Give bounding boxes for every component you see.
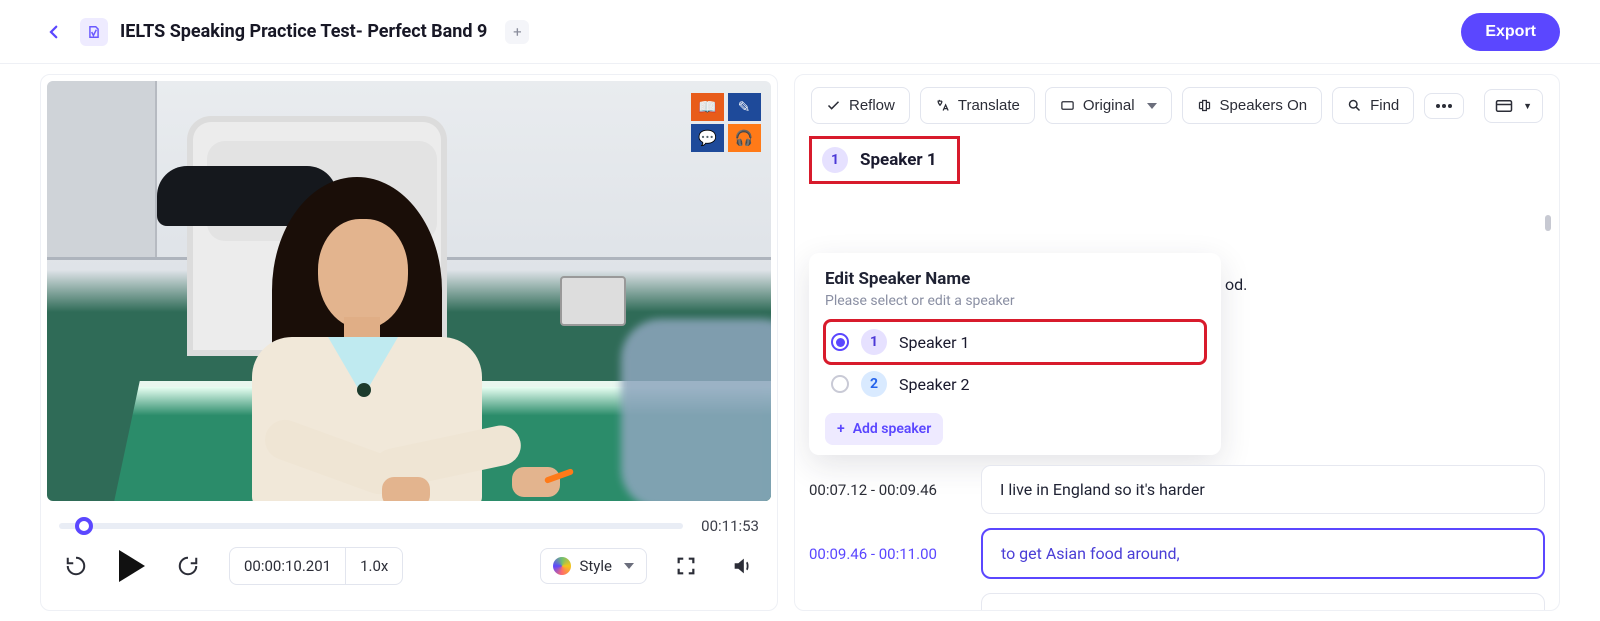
page-title: IELTS Speaking Practice Test- Perfect Ba… (120, 21, 487, 42)
main-split: 📖 ✎ 💬 🎧 00:11:53 00:00:10.201 1.0x (0, 64, 1600, 621)
speakers-button[interactable]: Speakers On (1182, 87, 1323, 124)
edit-speaker-popover: Edit Speaker Name Please select or edit … (809, 253, 1221, 455)
top-bar: IELTS Speaking Practice Test- Perfect Ba… (0, 0, 1600, 64)
headphones-icon[interactable]: 🎧 (728, 124, 761, 152)
play-button[interactable] (115, 549, 149, 583)
speaker-option-label: Speaker 1 (899, 333, 970, 352)
timestamp: 00:09.46 - 00:11.00 (809, 545, 963, 563)
layout-button[interactable]: ▼ (1484, 89, 1543, 123)
transcript-panel: Reflow Translate Original Speakers On Fi… (794, 74, 1560, 611)
seek-slider[interactable] (59, 523, 683, 529)
chat-icon[interactable]: 💬 (691, 124, 724, 152)
transcript-text[interactable]: to get Asian food around, (981, 528, 1545, 579)
style-icon (553, 557, 571, 575)
volume-button[interactable] (725, 549, 759, 583)
translate-button[interactable]: Translate (920, 87, 1035, 124)
player-controls: 00:00:10.201 1.0x Style (41, 541, 777, 599)
timestamp: 00:07.12 - 00:09.46 (809, 481, 963, 499)
current-time: 00:00:10.201 (230, 548, 345, 584)
transcript-rows: 00:07.12 - 00:09.46 I live in England so … (809, 465, 1545, 611)
popover-title: Edit Speaker Name (825, 269, 1205, 289)
document-icon (80, 18, 108, 46)
video-duration: 00:11:53 (701, 517, 759, 535)
scrollbar[interactable] (1545, 215, 1551, 231)
transcript-text[interactable]: but I like spicy, flavorful (981, 593, 1545, 611)
speaker-name: Speaker 1 (860, 150, 937, 170)
find-button[interactable]: Find (1332, 87, 1414, 124)
original-button[interactable]: Original (1045, 87, 1172, 124)
speaker-number-badge: 2 (861, 371, 887, 397)
video-frame[interactable]: 📖 ✎ 💬 🎧 (47, 81, 771, 501)
add-speaker-button[interactable]: + Add speaker (825, 413, 943, 445)
chevron-down-icon (1147, 103, 1157, 109)
time-display[interactable]: 00:00:10.201 1.0x (229, 547, 403, 585)
speaker-option-2[interactable]: 2 Speaker 2 (825, 363, 1205, 405)
video-panel: 📖 ✎ 💬 🎧 00:11:53 00:00:10.201 1.0x (40, 74, 778, 611)
transcript-row[interactable]: 00:11.34 - 00:14.14 but I like spicy, fla… (809, 593, 1545, 611)
playback-speed[interactable]: 1.0x (345, 548, 402, 584)
seek-row: 00:11:53 (41, 501, 777, 541)
transcript-row[interactable]: 00:09.46 - 00:11.00 to get Asian food aro… (809, 528, 1545, 579)
speaker-header[interactable]: 1 Speaker 1 (809, 136, 960, 184)
speaker-number-badge: 1 (861, 329, 887, 355)
radio-unselected-icon (831, 375, 849, 393)
pen-icon[interactable]: ✎ (728, 93, 761, 121)
speaker-number-badge: 1 (822, 147, 848, 173)
forward-button[interactable] (171, 549, 205, 583)
popover-hint: Please select or edit a speaker (825, 293, 1205, 309)
book-icon[interactable]: 📖 (691, 93, 724, 121)
rewind-button[interactable] (59, 549, 93, 583)
speaker-option-1[interactable]: 1 Speaker 1 (825, 321, 1205, 363)
reflow-button[interactable]: Reflow (811, 87, 910, 124)
back-button[interactable] (40, 18, 68, 46)
overlay-icon-grid: 📖 ✎ 💬 🎧 (691, 93, 761, 152)
style-button[interactable]: Style (540, 548, 647, 584)
timestamp: 00:11.34 - 00:14.14 (809, 609, 963, 612)
transcript-fragment: od. (1225, 275, 1247, 294)
chevron-down-icon (624, 563, 634, 569)
fullscreen-button[interactable] (669, 549, 703, 583)
new-tab-button[interactable]: + (505, 20, 529, 44)
plus-icon: + (837, 421, 845, 437)
speaker-option-label: Speaker 2 (899, 375, 970, 394)
transcript-row[interactable]: 00:07.12 - 00:09.46 I live in England so … (809, 465, 1545, 514)
export-button[interactable]: Export (1461, 13, 1560, 51)
seek-thumb[interactable] (75, 517, 93, 535)
transcript-text[interactable]: I live in England so it's harder (981, 465, 1545, 514)
transcript-toolbar: Reflow Translate Original Speakers On Fi… (795, 75, 1559, 136)
more-button[interactable] (1424, 93, 1464, 119)
radio-selected-icon (831, 333, 849, 351)
